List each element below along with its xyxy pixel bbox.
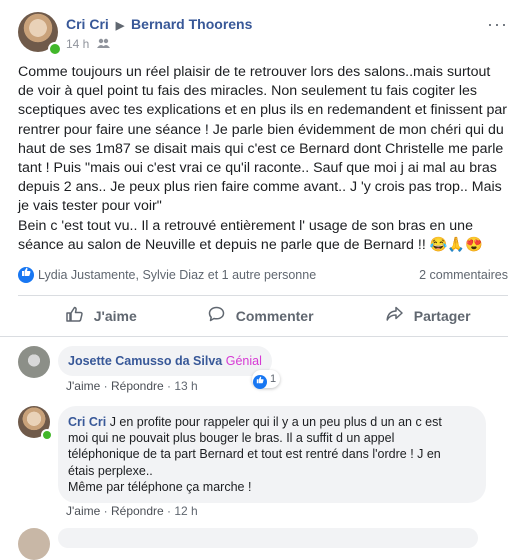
comment-actions: J'aime · Répondre · 13 h <box>66 379 198 393</box>
comment-button-label: Commenter <box>235 308 314 324</box>
comment-reply-link[interactable]: Répondre <box>111 379 164 393</box>
online-status-dot <box>48 42 62 56</box>
post-header: Cri Cri ▶ Bernard Thoorens 14 h ··· <box>18 12 508 56</box>
commenter-avatar[interactable] <box>18 346 50 378</box>
comment-input[interactable] <box>58 528 478 548</box>
like-reaction-icon <box>18 267 34 283</box>
comment-reply-link[interactable]: Répondre <box>111 504 164 518</box>
reaction-count: 1 <box>270 373 277 385</box>
comment-count-link[interactable]: 2 commentaires <box>419 268 508 282</box>
reactions-summary: Lydia Justamente, Sylvie Diaz et 1 autre… <box>18 266 508 286</box>
divider <box>0 336 508 337</box>
share-button[interactable]: Partager <box>386 298 471 334</box>
comment-text: Génial <box>225 354 262 368</box>
thumbs-up-icon <box>66 306 88 326</box>
post-timestamp[interactable]: 14 h <box>66 37 89 51</box>
comment-bubble: Josette Camusso da Silva Génial <box>58 346 272 377</box>
post-actions: J'aime Commenter Partager <box>18 298 508 334</box>
commenter-avatar[interactable] <box>18 528 50 560</box>
divider <box>18 295 508 296</box>
author-name-link[interactable]: Cri Cri <box>66 16 109 32</box>
post-names: Cri Cri ▶ Bernard Thoorens <box>66 16 252 32</box>
comment-bubble: Cri Cri J en profite pour rappeler qui i… <box>58 406 486 504</box>
comment-text: J en profite pour rappeler qui il y a un… <box>68 415 442 494</box>
share-button-label: Partager <box>413 308 471 324</box>
comment-actions: J'aime · Répondre · 12 h <box>66 504 198 518</box>
like-button-label: J'aime <box>93 308 137 324</box>
comment-author-link[interactable]: Josette Camusso da Silva <box>68 354 222 368</box>
reactors-link[interactable]: Lydia Justamente, Sylvie Diaz et 1 autre… <box>38 268 316 282</box>
like-reaction-icon <box>253 375 267 389</box>
comment-button[interactable]: Commenter <box>208 298 314 334</box>
comment-timestamp[interactable]: 13 h <box>174 379 197 393</box>
online-status-dot <box>41 429 53 441</box>
friends-icon[interactable] <box>96 38 110 51</box>
more-options-icon[interactable]: ··· <box>487 14 508 35</box>
comment-reaction-count[interactable]: 1 <box>252 370 281 389</box>
share-icon <box>386 306 408 326</box>
target-name-link[interactable]: Bernard Thoorens <box>131 16 252 32</box>
like-button[interactable]: J'aime <box>66 298 137 334</box>
arrow-right-icon: ▶ <box>115 20 125 32</box>
comment-like-link[interactable]: J'aime <box>66 379 100 393</box>
post-text: Comme toujours un réel plaisir de te ret… <box>18 64 507 253</box>
comment-author-link[interactable]: Cri Cri <box>68 415 106 429</box>
comment-timestamp[interactable]: 12 h <box>174 504 197 518</box>
comment-icon <box>208 306 230 326</box>
comment-like-link[interactable]: J'aime <box>66 504 100 518</box>
post-meta: 14 h <box>66 37 110 51</box>
